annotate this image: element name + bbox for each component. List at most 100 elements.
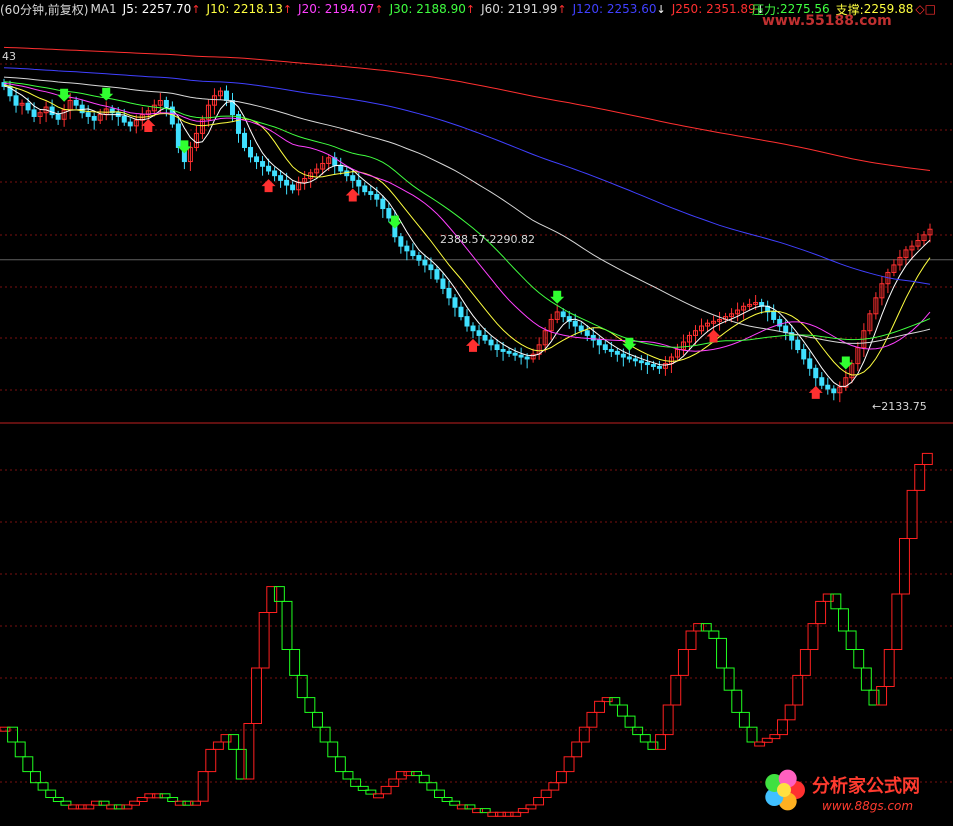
candle-body [368,191,374,195]
indicator-box [151,793,163,799]
candle-body [272,170,278,177]
candle-body [470,325,476,332]
ma-legend-label: J10: [206,2,234,16]
indicator-box [289,649,301,676]
indicator-box [334,756,346,773]
indicator-box [281,600,293,651]
low-price-annotation: ←2133.75 [872,400,927,413]
corner-glyphs[interactable]: ◇□ [915,2,936,16]
indicator-box [75,804,87,810]
indicator-box [685,630,697,650]
candle-body [223,90,229,101]
candle-body [55,114,61,120]
buy-signal-arrow-icon [706,329,721,343]
candle-body [440,278,446,289]
candle-body [464,316,470,327]
indicator-box [182,800,194,806]
ma-legend-item: J20: 2194.07↑ [298,2,384,16]
candle-body [284,179,290,186]
indicator-box [845,630,857,650]
indicator-box [921,452,933,465]
buy-signal-arrow-icon [808,385,823,399]
ma-legend: J5: 2257.70↑ J10: 2218.13↑ J20: 2194.07↑ J3… [123,2,771,16]
sell-signal-arrow-icon [622,337,637,351]
indicator-box [815,600,827,625]
indicator-box [647,741,659,750]
watermark-bottom-url: www.88gs.com [822,799,914,813]
ma-legend-value: 2253.60 [606,2,657,16]
indicator-box [502,811,514,817]
indicator-box [571,741,583,758]
indicator-box [533,797,545,806]
ma-line-J250 [3,46,931,171]
candle-body [807,358,813,369]
candle-body [524,356,530,360]
price-chart-canvas [0,46,953,817]
range-annotation: 2388.57-2290.82 [440,233,535,246]
indicator-box [296,674,308,699]
indicator-box [113,804,125,810]
candle-body [422,259,428,266]
candle-body [446,287,452,299]
candle-body [620,353,626,358]
candle-body [290,184,296,191]
candle-body [831,388,837,394]
indicator-box [693,623,705,632]
candle-body [596,339,602,346]
ma-legend-value: 2257.70 [141,2,192,16]
indicator-box [822,593,834,602]
indicator-box [799,649,811,676]
indicator-box [45,789,57,798]
indicator-box [853,649,865,669]
indicator-box [540,789,552,798]
indicator-box [37,782,49,791]
ma-legend-label: J250: [671,2,707,16]
indicator-box [243,723,255,780]
sell-signal-arrow-icon [838,356,853,370]
indicator-box [273,586,285,602]
indicator-box [738,711,750,728]
candle-body [25,102,31,111]
indicator-box [304,697,316,713]
indicator-box [807,623,819,650]
candle-body [560,311,566,318]
indicator-box [883,649,895,687]
indicator-box [624,715,636,728]
indicator-box [258,612,270,669]
candle-body [260,161,266,167]
ma-legend-item: J10: 2218.13↑ [207,2,293,16]
arrow-up-icon: ↑ [557,3,567,16]
candle-body [278,175,284,181]
candle-body [73,99,79,106]
ma-legend-label: J5: [122,2,142,16]
indicator-box [205,748,217,773]
arrow-up-icon: ↑ [191,3,201,16]
candle-body [266,165,272,172]
indicator-box [723,667,735,691]
candle-body [163,99,169,108]
indicator-box [784,704,796,721]
indicator-name: MA1 [90,2,117,16]
ma-legend-label: J60: [481,2,508,16]
chart-header: (60分钟,前复权) MA1 J5: 2257.70↑ J10: 2218.13↑… [0,0,777,18]
indicator-box [914,464,926,491]
indicator-box [708,630,720,639]
candle-body [127,121,133,127]
candle-body [458,306,464,318]
ma-legend-value: 2218.13 [233,2,283,16]
ma-legend-value: 2191.99 [507,2,558,16]
indicator-box [792,674,804,706]
indicator-box [563,756,575,773]
candle-body [386,208,392,219]
candle-body [416,255,422,261]
indicator-box [906,489,918,539]
candle-body [626,356,632,360]
candle-body [614,350,620,355]
ma-legend-label: J120: [572,2,607,16]
indicator-box [212,741,224,750]
indicator-box [868,689,880,706]
ma-legend-item: J250: 2351.89↓ [672,2,765,16]
indicator-box [616,704,628,717]
buy-signal-arrow-icon [141,118,156,132]
ma-legend-label: J30: [389,2,417,16]
